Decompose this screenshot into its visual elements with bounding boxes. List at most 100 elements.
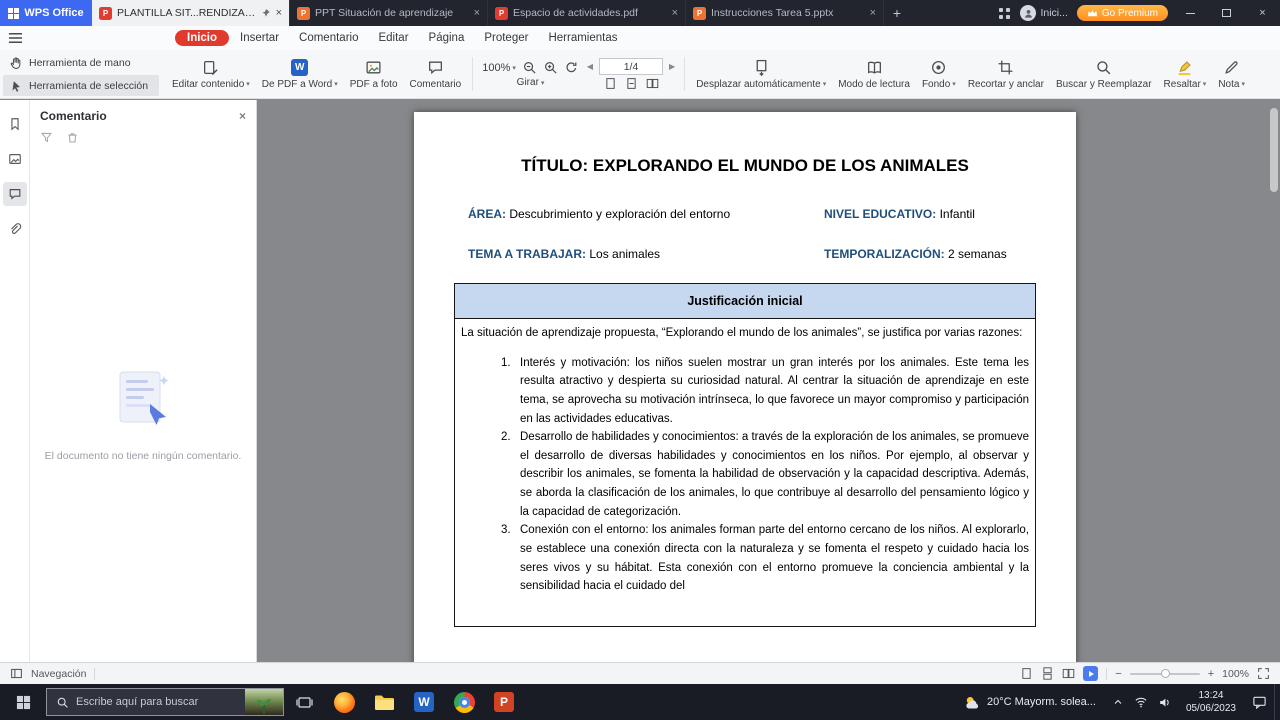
minimize-button[interactable] [1177,0,1204,26]
play-icon [1088,670,1094,677]
zoom-percentage[interactable]: 100% [1222,668,1249,680]
show-desktop-button[interactable] [1274,684,1280,720]
toolbar: Editar contenido ▾ W De PDF a Word ▾ PDF a… [0,50,1280,99]
crop-label: Recortar y anclar [967,78,1044,90]
fit-page-icon[interactable] [604,77,617,90]
wps-office-menu-button[interactable]: WPS Office [0,0,92,26]
two-page-view-icon[interactable] [646,77,659,90]
thumbnails-panel-button[interactable] [3,147,27,171]
word-taskbar-icon[interactable]: W [404,684,444,720]
taskbar-clock[interactable]: 13:24 05/06/2023 [1178,684,1244,720]
rotate-icon[interactable] [564,60,579,75]
tab-espacio-actividades[interactable]: P Espacio de actividades.pdf × [488,0,686,26]
chevron-up-icon[interactable] [1112,696,1124,708]
comment-tool-button[interactable]: Comentario [404,56,468,93]
apps-grid-icon[interactable] [998,7,1011,20]
zoom-in-icon[interactable] [543,60,558,75]
comments-panel-button[interactable] [2,182,27,206]
pin-icon[interactable] [261,8,271,18]
chevron-down-icon: ▾ [1241,81,1245,88]
next-page-icon[interactable]: ▶ [669,62,675,71]
task-view-button[interactable] [284,684,324,720]
menu-item-pagina[interactable]: Página [420,29,474,47]
highlight-label: Resaltar [1163,78,1201,90]
tab-close-icon[interactable]: × [474,7,480,19]
search-highlight-image[interactable] [245,689,283,715]
menu-item-herramientas[interactable]: Herramientas [539,29,626,47]
go-premium-button[interactable]: Go Premium [1076,5,1168,21]
panel-close-icon[interactable]: × [239,109,246,123]
continuous-view-icon[interactable] [1041,667,1054,680]
zoom-out-icon[interactable] [522,60,537,75]
read-mode-button[interactable]: Modo de lectura [832,56,916,93]
tab-close-icon[interactable]: × [276,7,282,19]
single-page-view-icon[interactable] [1020,667,1033,680]
highlight-button[interactable]: Resaltar ▾ [1158,56,1213,93]
hand-tool-button[interactable]: Herramienta de mano [3,52,159,73]
action-center-button[interactable] [1244,684,1274,720]
menu-item-proteger[interactable]: Proteger [475,29,537,47]
fullscreen-icon[interactable] [1257,667,1270,680]
crop-button[interactable]: Recortar y anclar [962,56,1050,93]
menu-item-insertar[interactable]: Insertar [231,29,288,47]
word-doc-icon: W [291,58,309,76]
slideshow-play-button[interactable] [1083,666,1099,681]
account-button[interactable]: Inici... [1020,5,1068,21]
close-button[interactable]: × [1249,0,1276,26]
edit-content-button[interactable]: Editar contenido ▾ [166,56,256,93]
wifi-icon[interactable] [1134,696,1148,708]
start-button[interactable] [0,684,46,720]
zoom-slider[interactable] [1129,669,1200,678]
tab-instrucciones[interactable]: P Instrucciones Tarea 5.pptx × [686,0,884,26]
select-tool-label: Herramienta de selección [29,79,149,92]
trash-icon[interactable] [66,131,79,144]
file-explorer-taskbar-icon[interactable] [364,684,404,720]
account-label: Inici... [1040,7,1068,19]
new-tab-button[interactable]: + [884,0,910,26]
volume-icon[interactable] [1158,696,1172,709]
vertical-scrollbar[interactable] [1270,108,1278,192]
book-view-icon[interactable] [1062,667,1075,680]
hamburger-menu-icon[interactable] [8,32,23,44]
pdf-page[interactable]: TÍTULO: EXPLORANDO EL MUNDO DE LOS ANIMA… [414,112,1076,662]
tab-plantilla[interactable]: P PLANTILLA SIT...RENDIZAJE × [92,0,290,26]
pdf-to-word-button[interactable]: W De PDF a Word ▾ [256,56,344,93]
zoom-out-button[interactable]: − [1115,668,1121,680]
fit-width-icon[interactable] [625,77,638,90]
maximize-button[interactable] [1213,0,1240,26]
list-item: 3. Conexión con el entorno: los animales… [501,521,1029,596]
zoom-in-button[interactable]: + [1208,668,1214,680]
zoom-level-dropdown[interactable]: 100% ▾ [482,62,516,74]
table-body: La situación de aprendizaje propuesta, “… [455,319,1035,626]
tab-close-icon[interactable]: × [870,7,876,19]
tab-close-icon[interactable]: × [672,7,678,19]
auto-scroll-button[interactable]: Desplazar automáticamente ▾ [690,56,832,93]
justification-list: 1. Interés y motivación: los niños suele… [461,354,1029,596]
navigation-label[interactable]: Navegación [31,668,86,680]
select-tool-button[interactable]: Herramienta de selección [3,75,159,96]
menu-item-comentario[interactable]: Comentario [290,29,367,47]
filter-icon[interactable] [40,131,53,144]
menu-items: Inicio Insertar Comentario Editar Página… [175,29,626,47]
page-number-input[interactable]: 1/4 [599,58,664,75]
powerpoint-taskbar-icon[interactable]: P [484,684,524,720]
photo-icon [366,61,381,73]
tab-ppt-situacion[interactable]: P PPT Situación de aprendizaje × [290,0,488,26]
bookmarks-panel-button[interactable] [3,112,27,136]
firefox-taskbar-icon[interactable] [324,684,364,720]
note-button[interactable]: Nota ▾ [1212,56,1251,93]
zoom-slider-thumb[interactable] [1160,669,1170,678]
chrome-taskbar-icon[interactable] [444,684,484,720]
document-viewport[interactable]: TÍTULO: EXPLORANDO EL MUNDO DE LOS ANIMA… [258,100,1280,662]
menu-item-editar[interactable]: Editar [369,29,417,47]
background-button[interactable]: Fondo ▾ [916,56,962,93]
find-replace-button[interactable]: Buscar y Reemplazar [1050,56,1158,93]
menu-item-inicio[interactable]: Inicio [175,30,230,46]
attachments-panel-button[interactable] [3,217,27,241]
rotate-label: Girar [516,77,539,88]
taskbar-search-input[interactable]: Escribe aquí para buscar [46,688,284,716]
weather-widget[interactable]: 20°C Mayorm. solea... [954,684,1106,720]
navigation-panel-icon[interactable] [10,667,23,680]
pdf-to-photo-button[interactable]: PDF a foto [344,56,404,93]
previous-page-icon[interactable]: ◀ [587,62,593,71]
